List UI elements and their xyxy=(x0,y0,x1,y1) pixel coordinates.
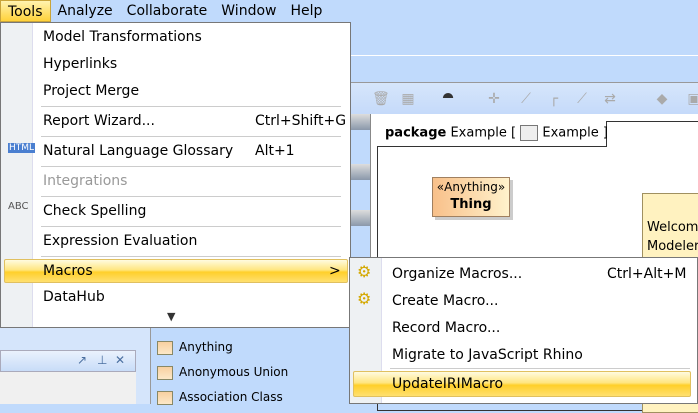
separator xyxy=(41,106,341,107)
palette-item-association-class[interactable]: Association Class xyxy=(157,390,283,405)
gear-icon: ⚙ xyxy=(357,262,372,281)
swap-icon[interactable]: ⇄ xyxy=(602,91,618,107)
pin-icon[interactable]: ⊥ xyxy=(97,353,107,367)
gear-icon: ⚙ xyxy=(357,289,372,308)
note-line: Welcom xyxy=(647,220,698,235)
package-name: Example [ xyxy=(450,125,517,141)
separator xyxy=(41,256,341,257)
menu-item-hyperlinks[interactable]: Hyperlinks xyxy=(43,56,117,72)
abc-spellcheck-icon: ABC xyxy=(8,201,29,212)
menu-item-migrate-rhino[interactable]: Migrate to JavaScript Rhino xyxy=(392,347,583,363)
html-icon: HTML xyxy=(8,143,36,153)
association-class-icon xyxy=(157,390,173,405)
shortcut: Ctrl+Shift+G xyxy=(255,113,347,129)
menu-help[interactable]: Help xyxy=(283,0,329,22)
menu-item-natural-language-glossary[interactable]: Natural Language Glossary xyxy=(43,143,233,159)
menu-item-integrations: Integrations xyxy=(43,173,128,189)
menu-item-datahub[interactable]: DataHub xyxy=(43,289,105,305)
package-frame-header: package Example [ Example ] xyxy=(377,121,608,147)
menu-item-check-spelling[interactable]: Check Spelling xyxy=(43,203,146,219)
fill-color-icon[interactable]: ◆ xyxy=(654,91,670,107)
diagram-icon xyxy=(520,125,539,141)
strip-tab[interactable] xyxy=(350,210,370,226)
menu-window[interactable]: Window xyxy=(214,0,283,22)
shortcut: Ctrl+Alt+M xyxy=(607,266,687,282)
menu-item-model-transformations[interactable]: Model Transformations xyxy=(43,29,202,45)
menu-item-record-macro[interactable]: Record Macro... xyxy=(392,320,500,336)
palette-item-anything[interactable]: Anything xyxy=(157,340,233,355)
chevron-right-icon: > xyxy=(329,263,341,279)
menu-item-updateirimacro-label: UpdateIRIMacro xyxy=(392,376,504,392)
element-stereotype: «Anything» xyxy=(436,180,506,194)
delete-icon[interactable]: 🗑 xyxy=(372,91,390,107)
menu-bar: Tools Analyze Collaborate Window Help xyxy=(0,0,698,22)
delete-table-icon[interactable]: ▦ xyxy=(400,91,416,107)
menu-item-expression-evaluation[interactable]: Expression Evaluation xyxy=(43,233,197,249)
palette-label: Anything xyxy=(179,340,233,354)
separator xyxy=(41,196,341,197)
panel-body xyxy=(0,372,136,404)
package-ref: Example ] xyxy=(542,125,608,141)
shortcut: Alt+1 xyxy=(255,143,295,159)
rect-path-icon[interactable]: ┌ xyxy=(546,91,562,107)
strip-tab[interactable] xyxy=(350,164,370,180)
menu-item-project-merge[interactable]: Project Merge xyxy=(43,83,139,99)
layout-tree-icon[interactable]: ⯊ xyxy=(440,91,456,107)
element-name: Thing xyxy=(450,197,492,212)
palette-item-anonymous-union[interactable]: Anonymous Union xyxy=(157,365,288,380)
package-keyword: package xyxy=(385,125,447,141)
menu-item-organize-macros[interactable]: Organize Macros... xyxy=(392,266,522,282)
palette-label: Anonymous Union xyxy=(179,365,289,379)
close-icon[interactable]: ✕ xyxy=(115,353,125,367)
stack-icon[interactable]: ▣ xyxy=(686,91,698,107)
note-line: Modeler xyxy=(647,239,698,254)
tools-menu: HTML ABC Model Transformations Hyperlink… xyxy=(0,22,351,328)
palette-label: Association Class xyxy=(179,390,283,404)
palette: Anything Anonymous Union Association Cla… xyxy=(150,328,350,405)
line-icon[interactable]: ⟋ xyxy=(518,91,534,107)
separator xyxy=(41,136,341,137)
panel-title-bar: ↗ ⊥ ✕ xyxy=(0,350,136,372)
toolbar-divider xyxy=(350,55,698,56)
strip-tab[interactable] xyxy=(350,114,370,130)
menu-item-report-wizard[interactable]: Report Wizard... xyxy=(43,113,155,129)
class-icon xyxy=(157,340,173,355)
menu-analyze[interactable]: Analyze xyxy=(51,0,120,22)
macros-submenu: ⚙ ⚙ Organize Macros... Ctrl+Alt+M Create… xyxy=(349,257,698,404)
float-icon[interactable]: ↗ xyxy=(77,353,87,367)
diagram-toolbar: 🗑 ▦ ⯊ ✛ ⟋ ┌ ⟋ ⇄ ◆ ▣ xyxy=(350,82,698,114)
menu-item-create-macro[interactable]: Create Macro... xyxy=(392,293,498,309)
bend-path-icon[interactable]: ⟋ xyxy=(574,91,590,107)
menu-collaborate[interactable]: Collaborate xyxy=(120,0,215,22)
class-icon xyxy=(157,365,173,380)
element-thing[interactable]: «Anything» Thing xyxy=(432,177,510,217)
align-icon[interactable]: ✛ xyxy=(486,91,502,107)
separator xyxy=(41,166,341,167)
separator xyxy=(390,368,690,369)
scroll-down-arrow-icon[interactable]: ▼ xyxy=(167,310,175,323)
separator xyxy=(41,226,341,227)
menu-item-macros-label: Macros xyxy=(43,263,93,279)
menu-tools[interactable]: Tools xyxy=(0,0,51,22)
